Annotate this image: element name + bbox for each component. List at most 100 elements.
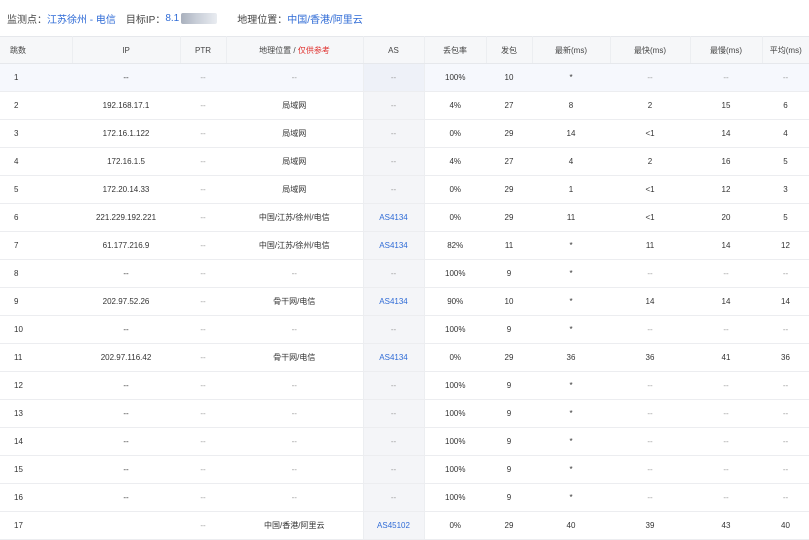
cell-loss: 100% (424, 427, 486, 456)
cell-sent: 29 (486, 511, 532, 540)
cell-last: 14 (532, 119, 610, 148)
col-geo-note: 仅供参考 (297, 45, 330, 55)
cell-loss: 0% (424, 119, 486, 148)
cell-ptr: -- (180, 119, 226, 148)
monitor-label: 监测点： (7, 14, 47, 26)
cell-avg: 12 (762, 231, 809, 260)
col-hop: 跳数 (0, 36, 73, 64)
monitor-point: 监测点： 江苏徐州 - 电信 (7, 11, 116, 26)
cell-as: -- (362, 427, 425, 456)
cell-geo: -- (226, 399, 363, 428)
col-ptr: PTR (180, 36, 227, 64)
cell-avg: -- (762, 455, 809, 484)
cell-geo: 中国/江苏/徐州/电信 (226, 203, 363, 232)
cell-worst: 14 (690, 119, 762, 148)
cell-geo: -- (226, 483, 363, 512)
cell-geo: 中国/香港/阿里云 (226, 511, 363, 540)
cell-sent: 29 (486, 175, 532, 204)
cell-geo: 局域网 (226, 119, 363, 148)
cell-as: -- (362, 315, 425, 344)
cell-ptr: -- (180, 455, 226, 484)
cell-sent: 11 (486, 231, 532, 260)
redaction-mask (181, 12, 218, 24)
cell-worst: -- (690, 259, 762, 288)
monitor-value[interactable]: 江苏徐州 - 电信 (47, 11, 116, 26)
cell-last: * (532, 259, 610, 288)
cell-worst: -- (690, 455, 762, 484)
cell-ip: 172.16.1.122 (72, 119, 180, 148)
cell-hop: 4 (0, 147, 72, 176)
target-geo: 地理位置： 中国/香港/阿里云 (237, 11, 363, 26)
cell-best: -- (610, 427, 690, 456)
table-row: 9 202.97.52.26 -- 骨干网/电信 AS4134 90% 10 * 14 14 14 (0, 287, 809, 316)
cell-hop: 7 (0, 231, 72, 260)
cell-avg: 6 (762, 91, 809, 120)
cell-avg: 4 (762, 119, 809, 148)
cell-best: 14 (610, 287, 690, 316)
cell-avg: -- (762, 399, 809, 428)
as-link[interactable]: AS45102 (377, 521, 410, 530)
cell-hop: 3 (0, 119, 72, 148)
col-as: AS (363, 36, 425, 64)
cell-last: * (532, 231, 610, 260)
cell-last: 36 (532, 343, 610, 372)
cell-ip: 202.97.52.26 (72, 287, 180, 316)
cell-worst: -- (690, 371, 762, 400)
table-row: 11 202.97.116.42 -- 骨干网/电信 AS4134 0% 29 36 36 41 3… (0, 343, 809, 372)
table-row: 14 -- -- -- -- 100% 9 * -- -- -- (0, 427, 809, 456)
cell-ptr: -- (180, 147, 226, 176)
as-link[interactable]: AS4134 (379, 297, 407, 306)
cell-loss: 4% (424, 147, 486, 176)
cell-ptr: -- (180, 511, 226, 540)
table-row: 17 -- 中国/香港/阿里云 AS45102 0% 29 40 39 43 40 (0, 511, 809, 540)
cell-ptr: -- (180, 231, 226, 260)
cell-ip: 202.97.116.42 (72, 343, 180, 372)
cell-avg: -- (762, 483, 809, 512)
cell-worst: 14 (690, 231, 762, 260)
cell-worst: -- (690, 399, 762, 428)
table-body: 1 -- -- -- -- 100% 10 * -- -- -- 2 192.168.17.1 -- 局域网… (0, 63, 809, 540)
cell-best: 39 (610, 511, 690, 540)
cell-sent: 29 (486, 119, 532, 148)
cell-ptr: -- (180, 399, 226, 428)
col-loss: 丢包率 (424, 36, 487, 64)
as-link[interactable]: AS4134 (379, 241, 407, 250)
col-geo: 地理位置 / 仅供参考 (226, 36, 364, 64)
as-link[interactable]: AS4134 (379, 353, 407, 362)
cell-best: 2 (610, 91, 690, 120)
cell-worst: -- (690, 483, 762, 512)
top-info-bar: 监测点： 江苏徐州 - 电信 目标IP： 8.1 地理位置： 中国/香港/阿里云 (0, 0, 809, 36)
cell-as: AS4134 (362, 343, 425, 372)
table-row: 7 61.177.216.9 -- 中国/江苏/徐州/电信 AS4134 82% 11 * 11… (0, 231, 809, 260)
col-worst: 最慢(ms) (690, 36, 763, 64)
cell-ptr: -- (180, 483, 226, 512)
as-link[interactable]: AS4134 (379, 213, 407, 222)
target-label: 目标IP： (125, 14, 166, 26)
cell-ip: -- (72, 399, 180, 428)
col-best: 最快(ms) (610, 36, 691, 64)
cell-best: <1 (610, 119, 690, 148)
cell-last: 4 (532, 147, 610, 176)
cell-sent: 9 (486, 371, 532, 400)
col-ip: IP (72, 36, 181, 64)
cell-best: -- (610, 259, 690, 288)
cell-sent: 29 (486, 203, 532, 232)
table-row: 6 221.229.192.221 -- 中国/江苏/徐州/电信 AS4134 0% 29 1… (0, 203, 809, 232)
cell-sent: 10 (486, 63, 532, 92)
col-avg: 平均(ms) (762, 36, 809, 64)
cell-hop: 12 (0, 371, 72, 400)
cell-geo: 骨干网/电信 (226, 343, 363, 372)
cell-as: -- (362, 147, 425, 176)
cell-last: * (532, 455, 610, 484)
cell-last: * (532, 483, 610, 512)
cell-ip: -- (72, 483, 180, 512)
cell-geo: 局域网 (226, 147, 363, 176)
cell-best: 36 (610, 343, 690, 372)
cell-sent: 27 (486, 91, 532, 120)
cell-as: -- (362, 455, 425, 484)
cell-loss: 100% (424, 399, 486, 428)
cell-as: AS45102 (362, 511, 425, 540)
cell-ip: 221.229.192.221 (72, 203, 180, 232)
cell-avg: 5 (762, 147, 809, 176)
cell-ip: -- (72, 455, 180, 484)
